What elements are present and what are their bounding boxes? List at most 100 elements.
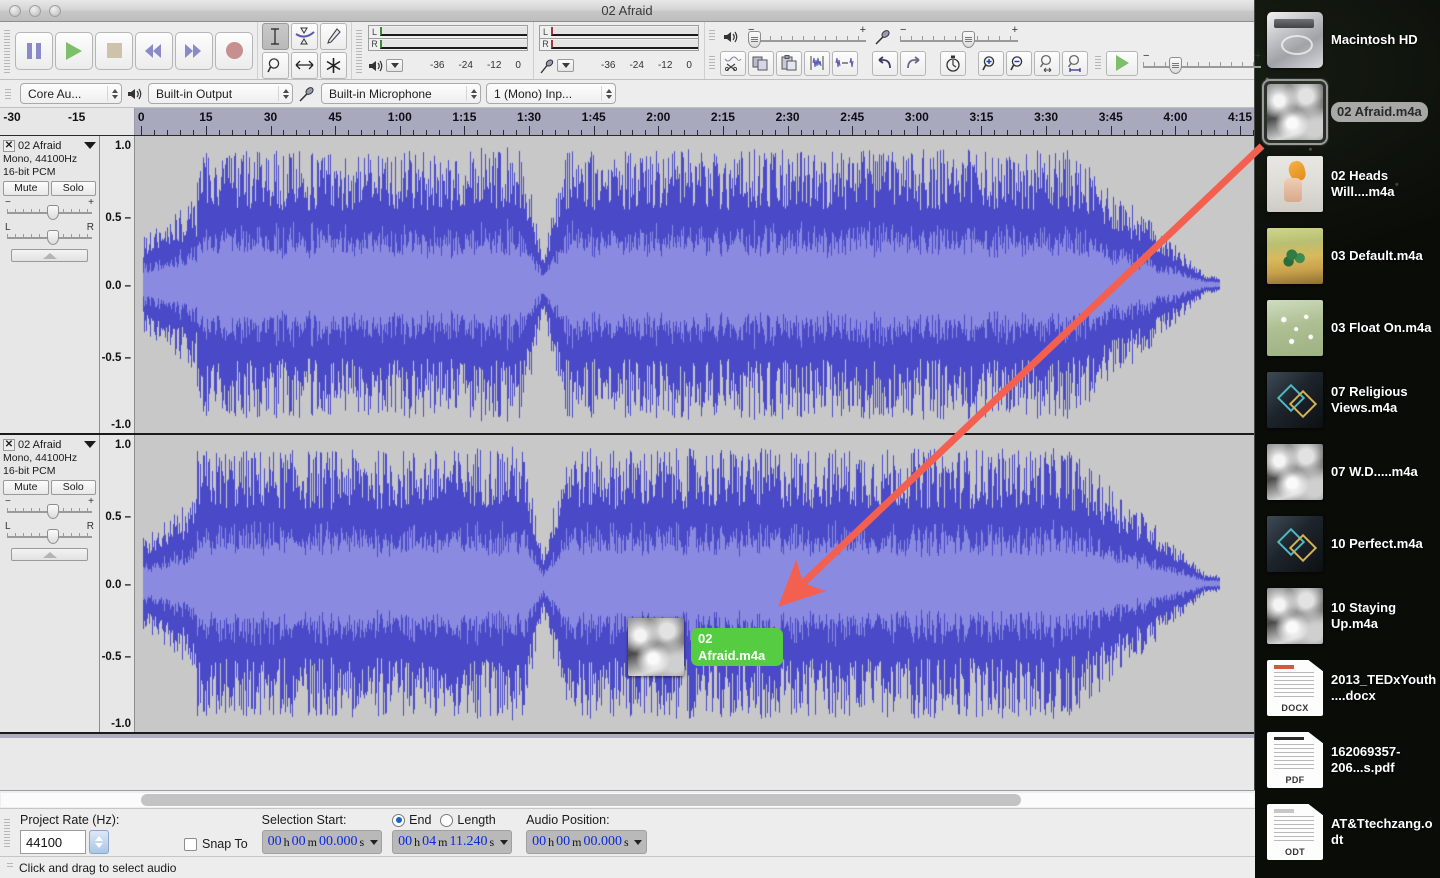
- audio-position-dropdown[interactable]: [633, 832, 644, 852]
- input-volume-slider[interactable]: − +: [900, 24, 1018, 49]
- fit-project-button[interactable]: [1062, 50, 1088, 76]
- undo-button[interactable]: [872, 50, 898, 76]
- play-speed-knob[interactable]: [1169, 57, 1182, 75]
- fit-selection-button[interactable]: [1034, 50, 1060, 76]
- waveform-display[interactable]: [135, 435, 1254, 732]
- cut-button[interactable]: [720, 50, 746, 76]
- paste-button[interactable]: [776, 50, 802, 76]
- window-titlebar[interactable]: 02 Afraid: [0, 0, 1254, 22]
- selection-end-dropdown[interactable]: [498, 832, 509, 852]
- selection-start-field[interactable]: 00 h 00 m 00.000 s: [261, 830, 383, 854]
- multi-tool-button[interactable]: [320, 51, 347, 79]
- skip-to-end-button[interactable]: [175, 31, 213, 70]
- desktop-icon[interactable]: PDF 162069357-206...s.pdf: [1255, 724, 1440, 796]
- recording-meter[interactable]: L R -36 -24 -12 0: [539, 24, 699, 77]
- horizontal-scrollbar-track[interactable]: [1, 792, 1254, 807]
- drag-ghost[interactable]: 02 Afraid.m4a: [628, 618, 783, 676]
- project-rate-stepper[interactable]: [89, 830, 109, 854]
- horizontal-scrollbar-thumb[interactable]: [141, 793, 1021, 806]
- silence-audio-button[interactable]: [832, 50, 858, 76]
- envelope-tool-button[interactable]: [291, 22, 318, 50]
- desktop-icon[interactable]: 10 Perfect.m4a: [1255, 508, 1440, 580]
- input-device-stepper[interactable]: [466, 86, 477, 101]
- selection-start-dropdown[interactable]: [368, 832, 379, 852]
- edit-toolbar-grip[interactable]: [708, 50, 716, 74]
- desktop-icon[interactable]: 03 Float On.m4a: [1255, 292, 1440, 364]
- zoom-out-button[interactable]: [1006, 50, 1032, 76]
- desktop-icon[interactable]: 02 Afraid.m4a: [1255, 76, 1440, 148]
- track-mute-button[interactable]: Mute: [3, 480, 49, 495]
- play-button[interactable]: [55, 31, 93, 70]
- input-volume-knob[interactable]: [962, 30, 975, 48]
- trim-outside-selection-button[interactable]: [804, 50, 830, 76]
- input-channels-select[interactable]: 1 (Mono) Inp...: [486, 83, 616, 104]
- length-radio[interactable]: [440, 813, 454, 827]
- project-rate-input[interactable]: 44100: [20, 830, 86, 854]
- desktop-icon[interactable]: DOCX 2013_TEDxYouth....docx: [1255, 652, 1440, 724]
- output-device-select[interactable]: Built-in Output: [148, 83, 293, 104]
- output-volume-knob[interactable]: [748, 30, 761, 48]
- desktop-icon[interactable]: 07 W.D.....m4a: [1255, 436, 1440, 508]
- desktop-icon[interactable]: 07 Religious Views.m4a: [1255, 364, 1440, 436]
- horizontal-scrollbar[interactable]: [0, 790, 1255, 808]
- waveform-canvas[interactable]: [135, 435, 1240, 732]
- desktop-icon[interactable]: 02 Heads Will....m4a: [1255, 148, 1440, 220]
- waveform-display[interactable]: [135, 136, 1254, 433]
- length-radio-control[interactable]: Length: [440, 813, 496, 827]
- end-radio-control[interactable]: End: [392, 813, 431, 827]
- track-gain-slider[interactable]: − +: [3, 496, 96, 520]
- track-close-button[interactable]: ✕: [3, 438, 15, 451]
- track-solo-button[interactable]: Solo: [50, 181, 96, 196]
- track-close-button[interactable]: ✕: [3, 139, 15, 152]
- transport-toolbar-grip[interactable]: [3, 24, 11, 77]
- playback-meter-grip[interactable]: [355, 24, 363, 77]
- output-device-stepper[interactable]: [278, 86, 289, 101]
- audio-host-stepper[interactable]: [107, 86, 118, 101]
- track-menu-chevron-down-icon[interactable]: [84, 142, 96, 149]
- selection-tool-button[interactable]: [262, 22, 289, 50]
- track-pan-slider[interactable]: LR: [3, 521, 96, 545]
- track-collapse-button[interactable]: [11, 548, 88, 561]
- time-shift-tool-button[interactable]: [291, 51, 318, 79]
- track-collapse-button[interactable]: [11, 249, 88, 262]
- device-toolbar-grip[interactable]: [4, 83, 12, 103]
- record-button[interactable]: [215, 31, 253, 70]
- sync-lock-button[interactable]: [940, 50, 966, 76]
- track-menu-chevron-down-icon[interactable]: [84, 441, 96, 448]
- recording-meter-menu[interactable]: [557, 59, 574, 72]
- gain-knob[interactable]: [47, 504, 59, 519]
- audio-host-select[interactable]: Core Au...: [20, 83, 122, 104]
- gain-knob[interactable]: [47, 205, 59, 220]
- play-at-speed-button[interactable]: [1106, 50, 1138, 76]
- zoom-tool-button[interactable]: [262, 51, 289, 79]
- input-device-select[interactable]: Built-in Microphone: [321, 83, 481, 104]
- end-radio[interactable]: [392, 813, 406, 827]
- track-solo-button[interactable]: Solo: [50, 480, 96, 495]
- skip-to-start-button[interactable]: [135, 31, 173, 70]
- input-channels-stepper[interactable]: [601, 86, 612, 101]
- redo-button[interactable]: [900, 50, 926, 76]
- desktop-icon[interactable]: 10 Staying Up.m4a: [1255, 580, 1440, 652]
- audio-position-field[interactable]: 00 h 00 m 00.000 s: [526, 830, 647, 854]
- playback-meter-menu[interactable]: [386, 59, 403, 72]
- snap-to-control[interactable]: Snap To: [184, 837, 248, 851]
- pan-knob[interactable]: [47, 230, 59, 245]
- timeline-ruler[interactable]: -30 -15 0 15 30 45 1:00 1:15 1:30 1:45 2:00 2:15 2:3…: [0, 108, 1254, 136]
- selection-toolbar-grip[interactable]: [3, 813, 11, 853]
- desktop-icon[interactable]: 03 Default.m4a: [1255, 220, 1440, 292]
- draw-tool-button[interactable]: [320, 22, 347, 50]
- desktop-icon[interactable]: ODT AT&Ttechzang.odt: [1255, 796, 1440, 868]
- pause-button[interactable]: [15, 31, 53, 70]
- stop-button[interactable]: [95, 31, 133, 70]
- track-pan-slider[interactable]: LR: [3, 222, 96, 246]
- waveform-canvas[interactable]: [135, 136, 1240, 433]
- copy-button[interactable]: [748, 50, 774, 76]
- zoom-in-button[interactable]: [978, 50, 1004, 76]
- selection-end-field[interactable]: 00 h 04 m 11.240 s: [392, 830, 513, 854]
- desktop-icon[interactable]: Macintosh HD: [1255, 4, 1440, 76]
- output-volume-slider[interactable]: − +: [748, 24, 866, 49]
- pan-knob[interactable]: [47, 529, 59, 544]
- play-speed-slider[interactable]: − +: [1143, 50, 1261, 75]
- playback-meter[interactable]: L R -36 -24 -12 0: [368, 24, 528, 77]
- track-gain-slider[interactable]: − +: [3, 197, 96, 221]
